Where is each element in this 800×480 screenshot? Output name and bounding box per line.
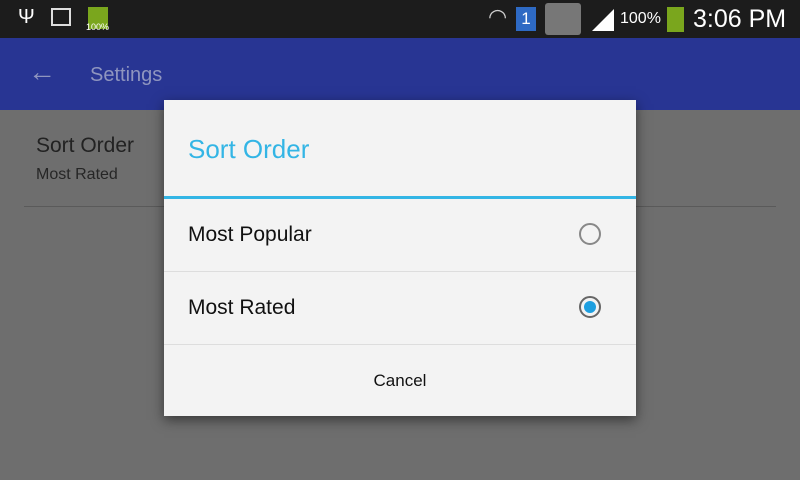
back-arrow-icon[interactable]: ← [28,56,56,88]
clock: 3:06 PM [693,5,787,33]
usb-icon: Ψ [18,6,35,28]
radio-button-selected[interactable] [579,296,601,318]
app-bar-title: Settings [90,64,163,86]
battery-icon [667,7,684,32]
cancel-button[interactable]: Cancel [164,345,636,416]
preference-title: Sort Order [36,134,135,157]
option-label: Most Popular [188,223,312,246]
battery-small-label: 100% [86,22,110,32]
dialog-title: Sort Order [188,134,310,164]
signal-icon [592,9,614,31]
battery-percent: 100% [620,10,661,27]
option-most-rated[interactable]: Most Rated [164,272,636,345]
sort-order-dialog: Sort Order Most Popular Most Rated Cance… [164,100,636,416]
option-label: Most Rated [188,296,296,319]
image-icon [51,8,71,26]
option-most-popular[interactable]: Most Popular [164,199,636,272]
sim-icon: 1 [516,7,536,31]
radio-button[interactable] [579,223,601,245]
preference-summary: Most Rated [36,166,118,183]
signal-box-icon [545,3,581,35]
status-bar: Ψ 100% ◠ 1 100% 3:06 PM [0,0,800,38]
wifi-icon: ◠ [488,4,508,29]
